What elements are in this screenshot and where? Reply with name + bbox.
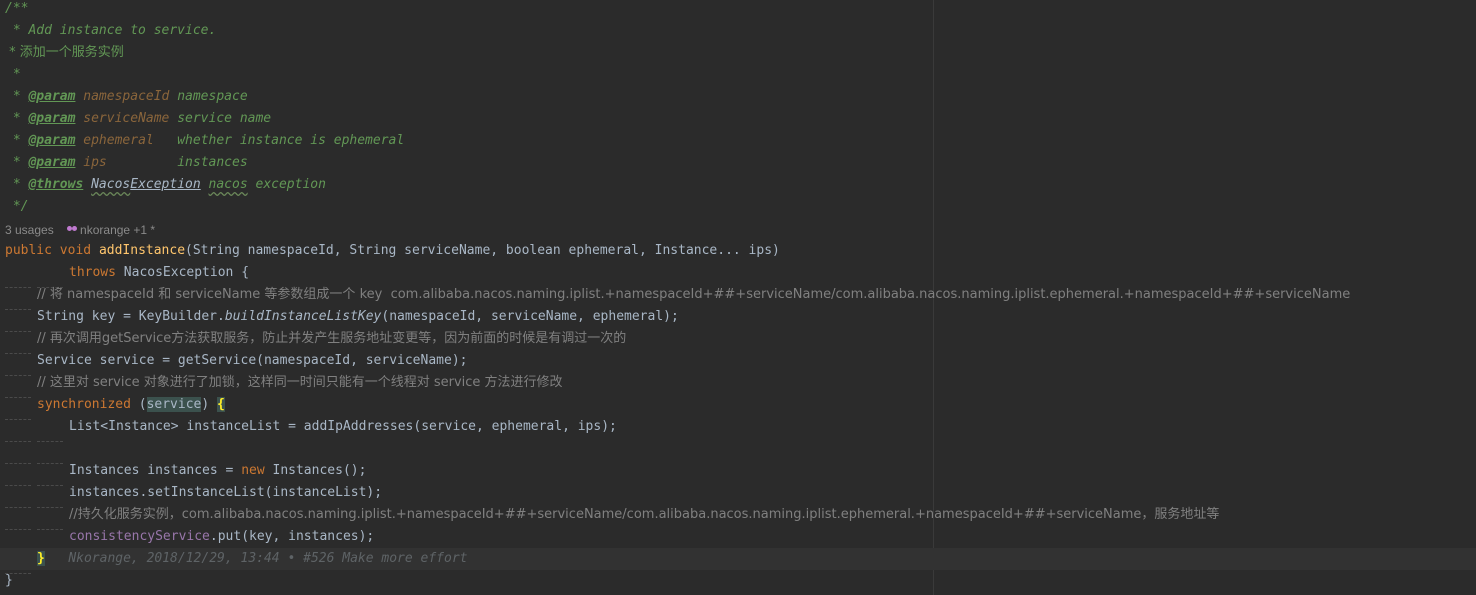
git-blame-annotation[interactable]: Nkorange, 2018/12/29, 13:44 • #526 Make …: [68, 551, 467, 566]
param-name: serviceName: [83, 111, 170, 126]
code-text: String key = KeyBuilder.: [37, 309, 225, 324]
code-text: List<Instance> instanceList = addIpAddre…: [69, 419, 617, 434]
paren-open: (: [130, 397, 147, 412]
param-desc: whether instance is ephemeral: [177, 133, 405, 148]
doc-star: *: [5, 111, 29, 126]
throws-clause: throws NacosException {: [5, 262, 250, 288]
method-params: (String namespaceId, String serviceName,…: [185, 243, 780, 258]
code-vision-hints: 3 usages nkorange +1 *: [5, 219, 155, 241]
kw-void: void: [59, 243, 92, 258]
brace-match-close: }: [37, 551, 45, 566]
param-name: namespaceId: [83, 89, 170, 104]
kw-throws: throws: [69, 265, 116, 280]
param-tag: @param: [28, 133, 76, 148]
method-signature: public void addInstance(String namespace…: [5, 240, 780, 262]
throws-type[interactable]: Nacos: [91, 177, 130, 192]
paren-close: ): [201, 397, 218, 412]
doc-star: *: [5, 133, 29, 148]
comment-text: // 再次调用getService方法获取服务，防止并发产生服务地址变更等，因为…: [37, 331, 627, 346]
code-text: (namespaceId, serviceName, ephemeral);: [381, 309, 679, 324]
code-line: Instances instances = new Instances();: [5, 460, 367, 486]
code-line: instances.setInstanceList(instanceList);: [5, 482, 383, 508]
static-method[interactable]: buildInstanceListKey: [225, 309, 382, 324]
throws-type-code: NacosException {: [115, 265, 250, 280]
code-editor[interactable]: /** * Add instance to service. * 添加一个服务实…: [0, 0, 1476, 595]
code-text: instances.setInstanceList(instanceList);: [69, 485, 383, 500]
comment-text: // 这里对 service 对象进行了加锁，这样同一时间只能有一个线程对 se…: [37, 375, 563, 390]
code-line: String key = KeyBuilder.buildInstanceLis…: [5, 306, 679, 332]
method-close: }: [5, 570, 13, 592]
code-line: Service service = getService(namespaceId…: [5, 350, 468, 376]
param-name: ephemeral: [83, 133, 154, 148]
doc-close: */: [5, 199, 29, 214]
sync-var[interactable]: service: [146, 397, 202, 412]
comment-text: //持久化服务实例，com.alibaba.nacos.naming.iplis…: [69, 507, 1220, 522]
param-tag: @param: [28, 155, 76, 170]
doc-summary-cn: * 添加一个服务实例: [5, 45, 124, 60]
current-line: } Nkorange, 2018/12/29, 13:44 • #526 Mak…: [0, 548, 1476, 574]
code-line: List<Instance> instanceList = addIpAddre…: [5, 416, 617, 442]
param-desc: namespace: [177, 89, 248, 104]
kw-public: public: [5, 243, 52, 258]
doc-param-line: * @param ephemeral whether instance is e…: [5, 130, 404, 152]
doc-param-line: * @param namespaceId namespace: [5, 86, 248, 108]
throws-desc-word: nacos: [208, 177, 248, 192]
users-icon: [67, 226, 78, 234]
param-desc: instances: [177, 155, 248, 170]
code-text: .put(key, instances);: [209, 529, 375, 544]
doc-param-line: * @param serviceName service name: [5, 108, 271, 130]
param-tag: @param: [28, 89, 76, 104]
end-brace: }: [5, 573, 13, 588]
code-text: Instances();: [264, 463, 367, 478]
doc-star: *: [5, 155, 29, 170]
param-name: ips: [83, 155, 107, 170]
code-text: Instances instances =: [69, 463, 242, 478]
field-ref[interactable]: consistencyService: [69, 529, 210, 544]
doc-param-line: * @param ips instances: [5, 152, 248, 174]
throws-desc: exception: [247, 177, 326, 192]
comment-line: // 再次调用getService方法获取服务，防止并发产生服务地址变更等，因为…: [5, 328, 627, 354]
param-desc: service name: [177, 111, 272, 126]
usages-link[interactable]: 3 usages: [5, 223, 54, 237]
comment-line: //持久化服务实例，com.alibaba.nacos.naming.iplis…: [5, 504, 1220, 530]
author-name: nkorange +1 *: [80, 223, 156, 237]
comment-line: // 将 namespaceId 和 serviceName 等参数组成一个 k…: [5, 284, 1351, 310]
method-name[interactable]: addInstance: [99, 243, 185, 258]
comment-text: // 将 namespaceId 和 serviceName 等参数组成一个 k…: [37, 287, 1351, 302]
comment-line: // 这里对 service 对象进行了加锁，这样同一时间只能有一个线程对 se…: [5, 372, 563, 398]
doc-blank: *: [5, 67, 21, 82]
param-pad: [107, 155, 177, 170]
doc-open: /**: [5, 1, 29, 16]
doc-summary: * Add instance to service.: [5, 23, 217, 38]
kw-new: new: [241, 463, 265, 478]
brace-match-open: {: [217, 397, 225, 412]
param-pad: [154, 133, 177, 148]
doc-star: *: [5, 89, 29, 104]
author-link[interactable]: nkorange +1 *: [67, 223, 155, 237]
code-text: Service service = getService(namespaceId…: [37, 353, 468, 368]
doc-star: *: [5, 177, 29, 192]
sync-line: synchronized (service) {: [5, 394, 225, 420]
throws-type-suffix[interactable]: Exception: [130, 177, 200, 192]
blank-line: [5, 438, 69, 464]
throws-tag: @throws: [28, 177, 84, 192]
doc-throws-line: * @throws NacosException nacos exception: [5, 174, 326, 196]
kw-synchronized: synchronized: [37, 397, 131, 412]
param-tag: @param: [28, 111, 76, 126]
code-line: consistencyService.put(key, instances);: [5, 526, 375, 552]
